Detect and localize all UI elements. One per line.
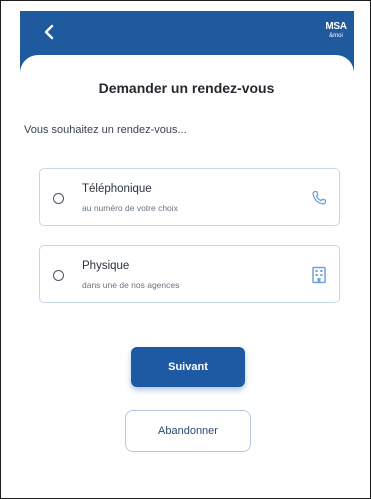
app-frame: MSA &moi Demander un rendez-vous Vous so… [0, 0, 371, 499]
next-button[interactable]: Suivant [131, 347, 245, 387]
option-title: Physique [82, 260, 130, 272]
logo-line2: &moi [329, 32, 343, 39]
option-physique[interactable]: Physique dans une de nos agences [39, 245, 340, 303]
option-description: au numéro de votre choix [82, 203, 178, 213]
option-telephonique[interactable]: Téléphonique au numéro de votre choix [39, 168, 340, 226]
building-icon [309, 265, 329, 285]
option-title: Téléphonique [82, 183, 152, 195]
chevron-left-icon [44, 24, 54, 40]
radio-physique[interactable] [53, 270, 64, 281]
cancel-button[interactable]: Abandonner [125, 410, 251, 452]
option-description: dans une de nos agences [82, 280, 180, 290]
page-subtitle: Vous souhaitez un rendez-vous... [24, 124, 187, 136]
page-title: Demander un rendez-vous [98, 80, 275, 96]
back-button[interactable] [38, 21, 60, 43]
phone-icon [309, 188, 329, 208]
radio-telephonique[interactable] [53, 193, 64, 204]
msa-logo: MSA &moi [324, 17, 348, 43]
logo-line1: MSA [325, 20, 347, 32]
